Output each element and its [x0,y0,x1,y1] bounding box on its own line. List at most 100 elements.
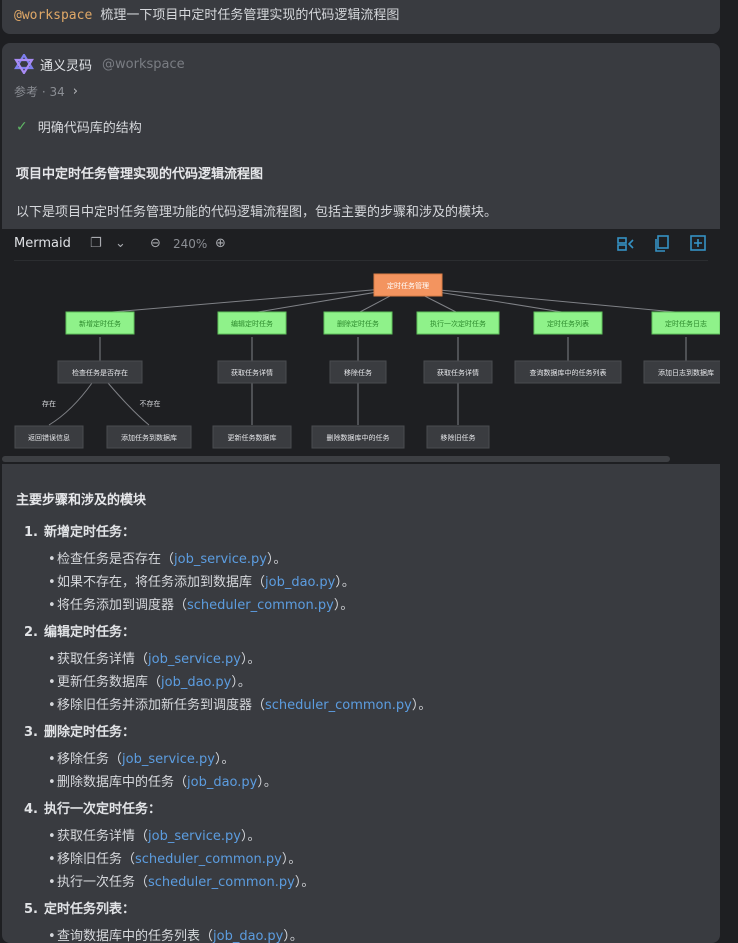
list-item: 获取任务详情（job_service.py）。 [48,648,704,671]
mermaid-label: Mermaid [14,236,71,251]
step-section-4: 4.执行一次定时任务： 获取任务详情（job_service.py）。 移除旧任… [24,798,704,894]
section-heading: 5. 定时任务列表： [24,898,704,921]
assistant-message-card: 通义灵码 @workspace 参考 · 34 › ✓ 明确代码库的结构 项目中… [2,43,720,943]
list-item: 获取任务详情（job_service.py）。 [48,825,704,848]
section-title: 删除定时任务： [43,725,135,740]
file-link[interactable]: job_service.py [148,829,241,844]
edge-label: 不存在 [140,399,161,408]
level2-node: 查询数据库中的任务列表 [514,360,622,384]
user-message-card: @workspace 梳理一下项目中定时任务管理实现的代码逻辑流程图 [2,0,720,34]
copy-icon[interactable] [654,235,670,252]
list-item: 检查任务是否存在（job_service.py）。 [48,548,704,571]
answer-title: 项目中定时任务管理实现的代码逻辑流程图 [16,167,264,182]
file-link[interactable]: job_dao.py [187,775,257,790]
item-text: 移除任务（ [57,752,123,767]
file-link[interactable]: job_service.py [122,752,215,767]
item-text: ）。 [257,775,277,790]
zoom-in-icon[interactable]: ⊕ [215,236,226,251]
file-link[interactable]: scheduler_common.py [187,598,334,613]
item-text: ）。 [214,752,235,767]
section-heading: 4. 执行一次定时任务： [24,798,704,821]
node-label: 获取任务详情 [437,368,479,377]
item-text: ）。 [240,829,261,844]
level1-node: 编辑定时任务 [217,311,287,335]
item-text: ）。 [333,598,354,613]
zoom-out-icon[interactable]: ⊖ [150,236,161,251]
node-label: 执行一次定时任务 [430,319,486,328]
section-title: 定时任务列表： [43,902,135,917]
copy-frame-icon[interactable]: ❐ [90,236,102,251]
insert-code-icon[interactable] [690,235,706,251]
file-link[interactable]: job_dao.py [265,575,335,590]
node-label: 移除任务 [344,368,372,377]
file-link[interactable]: job_dao.py [161,675,231,690]
flowchart-canvas: 定时任务管理新增定时任务 编辑定时任务 删除定时任务 执行一次定时任务 定时任务列表 定时… [14,273,720,449]
level2-node: 检查任务是否存在 [57,360,143,384]
item-text: ）。 [283,929,303,943]
node-label: 返回错误信息 [28,433,70,442]
item-text: 执行一次任务（ [57,875,149,890]
workspace-mention: @workspace [14,8,93,23]
node-label: 添加任务到数据库 [121,433,177,442]
list-item: 删除数据库中的任务（job_dao.py）。 [48,771,704,794]
level2-node: 获取任务详情 [423,360,493,384]
level2-node: 移除任务 [329,360,387,384]
item-text: ）。 [335,575,355,590]
section-items: 获取任务详情（job_service.py）。 更新任务数据库（job_dao.… [24,648,704,717]
item-text: ）。 [294,875,315,890]
list-item: 移除任务（job_service.py）。 [48,748,704,771]
item-text: ）。 [411,698,432,713]
answer-intro: 以下是项目中定时任务管理功能的代码逻辑流程图，包括主要的步骤和涉及的模块。 [16,205,498,220]
item-text: 检查任务是否存在（ [57,552,175,567]
item-text: 获取任务详情（ [57,652,149,667]
section-title: 执行一次定时任务： [43,802,161,817]
insert-side-icon[interactable] [617,236,635,252]
item-text: ）。 [266,552,287,567]
step-section-5: 5. 定时任务列表： 查询数据库中的任务列表（job_dao.py）。 [24,898,704,943]
file-link[interactable]: job_service.py [148,652,241,667]
zoom-level: 240% [173,237,208,251]
section-title: 新增定时任务： [43,525,135,540]
list-item: 查询数据库中的任务列表（job_dao.py）。 [48,925,704,943]
user-message-row: @workspace 梳理一下项目中定时任务管理实现的代码逻辑流程图 [14,4,399,23]
tongyi-logo-icon [14,54,34,74]
assistant-name: 通义灵码 [40,58,93,74]
diagram-scrollbar[interactable] [2,456,670,462]
node-label: 获取任务详情 [231,368,273,377]
step-label: 明确代码库的结构 [37,121,142,136]
chevron-right-icon: › [72,84,78,99]
section-number: 2. [24,625,38,640]
level1-node: 定时任务日志 [651,311,720,335]
references-toggle[interactable]: 参考 · 34 › [14,83,78,100]
node-label: 定时任务日志 [665,319,707,328]
root-node: 定时任务管理 [373,273,443,297]
item-text: ）。 [231,675,251,690]
mermaid-block: Mermaid ❐ ⌄ ⊖ 240% ⊕ 定时任务管理 新增定时任务 编辑定时任… [2,229,720,464]
item-text: 移除旧任务（ [57,852,136,867]
section-number: 1. [24,525,38,540]
file-link[interactable]: job_service.py [174,552,267,567]
section-heading: 2. 编辑定时任务： [24,621,704,644]
mermaid-toolbar: Mermaid ❐ ⌄ ⊖ 240% ⊕ [2,229,720,259]
level3-node: 移除旧任务 [426,425,490,449]
user-message-text: 梳理一下项目中定时任务管理实现的代码逻辑流程图 [100,8,400,23]
chevron-down-icon[interactable]: ⌄ [115,236,126,251]
references-count: 参考 · 34 [14,85,65,99]
section-items: 查询数据库中的任务列表（job_dao.py）。 [24,925,704,943]
level3-node: 删除数据库中的任务 [311,425,405,449]
file-link[interactable]: scheduler_common.py [148,875,295,890]
file-link[interactable]: scheduler_common.py [265,698,412,713]
level1-node: 删除定时任务 [323,311,393,335]
file-link[interactable]: job_dao.py [213,929,283,943]
item-text: 获取任务详情（ [57,829,149,844]
node-label: 编辑定时任务 [231,319,273,328]
file-link[interactable]: scheduler_common.py [135,852,282,867]
list-item: 移除旧任务并添加新任务到调度器（scheduler_common.py）。 [48,694,704,717]
steps-list: 1.新增定时任务： 检查任务是否存在（job_service.py）。 如果不存… [24,521,704,943]
check-icon: ✓ [16,118,28,135]
level1-node: 定时任务列表 [533,311,603,335]
node-label: 定时任务列表 [547,319,589,328]
level3-node: 更新任务数据库 [212,425,292,449]
level1-node: 新增定时任务 [65,311,135,335]
section-number: 3. [24,725,38,740]
